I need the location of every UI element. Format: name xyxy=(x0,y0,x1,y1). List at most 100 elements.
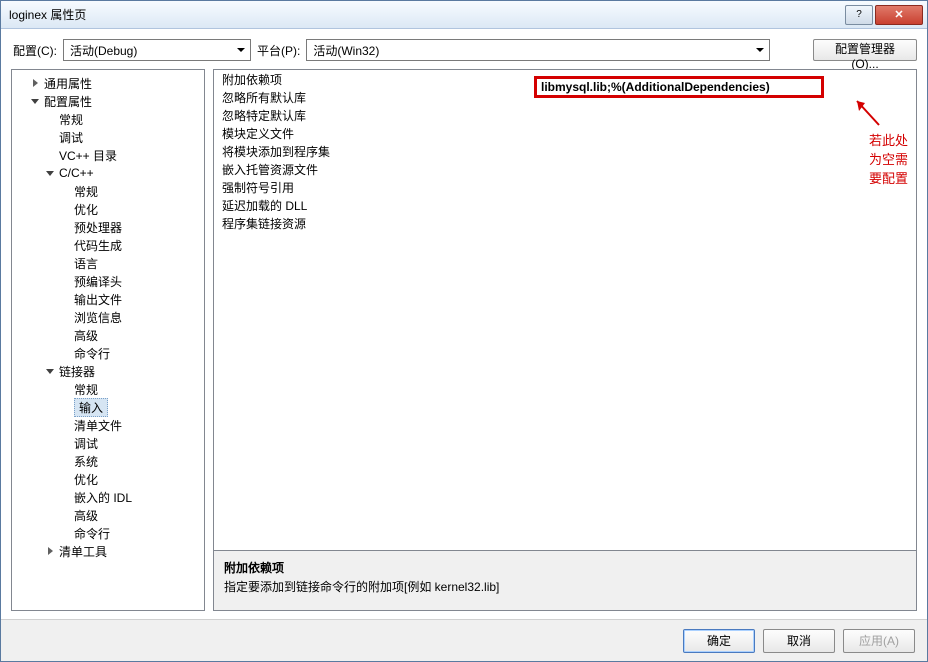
tree-item-label: VC++ 目录 xyxy=(59,147,117,164)
tree-item-label: 代码生成 xyxy=(74,237,122,254)
expand-down-icon[interactable] xyxy=(29,95,41,107)
grid-row[interactable]: 模块定义文件 xyxy=(214,124,916,142)
tree-item[interactable]: VC++ 目录 xyxy=(14,146,202,164)
tree-item[interactable]: 代码生成 xyxy=(14,236,202,254)
tree-item[interactable]: 高级 xyxy=(14,326,202,344)
expand-spacer xyxy=(59,509,71,521)
tree-item-label: 高级 xyxy=(74,507,98,524)
tree-item[interactable]: 预处理器 xyxy=(14,218,202,236)
expand-right-icon[interactable] xyxy=(44,545,56,557)
tree-panel[interactable]: 通用属性配置属性常规调试VC++ 目录C/C++常规优化预处理器代码生成语言预编… xyxy=(11,69,205,611)
expand-spacer xyxy=(44,149,56,161)
tree-item[interactable]: 语言 xyxy=(14,254,202,272)
tree-item-label: 语言 xyxy=(74,255,98,272)
expand-right-icon[interactable] xyxy=(29,77,41,89)
content-area: 通用属性配置属性常规调试VC++ 目录C/C++常规优化预处理器代码生成语言预编… xyxy=(1,69,927,619)
tree-item-label: 优化 xyxy=(74,201,98,218)
grid-row[interactable]: 强制符号引用 xyxy=(214,178,916,196)
tree-item[interactable]: 链接器 xyxy=(14,362,202,380)
platform-select[interactable]: 活动(Win32) xyxy=(306,39,770,61)
help-button[interactable]: ? xyxy=(845,5,873,25)
tree-item[interactable]: 清单工具 xyxy=(14,542,202,560)
tree-item[interactable]: 通用属性 xyxy=(14,74,202,92)
tree-item[interactable]: 优化 xyxy=(14,470,202,488)
grid-row[interactable]: 嵌入托管资源文件 xyxy=(214,160,916,178)
tree-item-label: 调试 xyxy=(59,129,83,146)
expand-spacer xyxy=(59,401,71,413)
expand-spacer xyxy=(59,257,71,269)
tree-item[interactable]: 嵌入的 IDL xyxy=(14,488,202,506)
expand-spacer xyxy=(59,491,71,503)
config-label: 配置(C): xyxy=(13,42,57,59)
tree-item-label: 输出文件 xyxy=(74,291,122,308)
titlebar: loginex 属性页 ? ✕ xyxy=(1,1,927,29)
property-name: 延迟加载的 DLL xyxy=(214,197,534,214)
config-toolbar: 配置(C): 活动(Debug) 平台(P): 活动(Win32) 配置管理器(… xyxy=(1,29,927,69)
tree-item[interactable]: 命令行 xyxy=(14,344,202,362)
tree-item[interactable]: 预编译头 xyxy=(14,272,202,290)
expand-spacer xyxy=(59,329,71,341)
tree-item-label: 命令行 xyxy=(74,525,110,542)
property-grid: 附加依赖项libmysql.lib;%(AdditionalDependenci… xyxy=(214,70,916,232)
tree-item-label: 系统 xyxy=(74,453,98,470)
tree-item-label: 常规 xyxy=(74,381,98,398)
property-name: 强制符号引用 xyxy=(214,179,534,196)
close-button[interactable]: ✕ xyxy=(875,5,923,25)
tree-item[interactable]: 清单文件 xyxy=(14,416,202,434)
grid-row[interactable]: 附加依赖项libmysql.lib;%(AdditionalDependenci… xyxy=(214,70,916,88)
property-name: 嵌入托管资源文件 xyxy=(214,161,534,178)
property-name: 模块定义文件 xyxy=(214,125,534,142)
expand-spacer xyxy=(59,437,71,449)
tree-item[interactable]: C/C++ xyxy=(14,164,202,182)
property-name: 程序集链接资源 xyxy=(214,215,534,232)
tree-item-label: 清单文件 xyxy=(74,417,122,434)
tree-item[interactable]: 常规 xyxy=(14,380,202,398)
cancel-button[interactable]: 取消 xyxy=(763,629,835,653)
expand-down-icon[interactable] xyxy=(44,167,56,179)
expand-spacer xyxy=(59,239,71,251)
tree-item-label: C/C++ xyxy=(59,166,94,180)
tree-item-label: 常规 xyxy=(74,183,98,200)
expand-spacer xyxy=(44,131,56,143)
expand-spacer xyxy=(59,527,71,539)
grid-row[interactable]: 延迟加载的 DLL xyxy=(214,196,916,214)
expand-spacer xyxy=(59,275,71,287)
tree-item-label: 预处理器 xyxy=(74,219,122,236)
tree-item[interactable]: 调试 xyxy=(14,434,202,452)
tree-item-label: 链接器 xyxy=(59,363,95,380)
expand-spacer xyxy=(59,383,71,395)
tree-item[interactable]: 命令行 xyxy=(14,524,202,542)
description-title: 附加依赖项 xyxy=(224,559,906,576)
expand-spacer xyxy=(59,455,71,467)
expand-spacer xyxy=(44,113,56,125)
grid-row[interactable]: 忽略特定默认库 xyxy=(214,106,916,124)
property-name: 忽略特定默认库 xyxy=(214,107,534,124)
config-manager-button[interactable]: 配置管理器(O)... xyxy=(813,39,917,61)
tree-item[interactable]: 输入 xyxy=(14,398,202,416)
grid-row[interactable]: 将模块添加到程序集 xyxy=(214,142,916,160)
config-select[interactable]: 活动(Debug) xyxy=(63,39,251,61)
ok-button[interactable]: 确定 xyxy=(683,629,755,653)
window-title: loginex 属性页 xyxy=(9,6,843,23)
tree-item[interactable]: 调试 xyxy=(14,128,202,146)
property-name: 附加依赖项 xyxy=(214,71,534,88)
property-page-window: loginex 属性页 ? ✕ 配置(C): 活动(Debug) 平台(P): … xyxy=(0,0,928,662)
tree-item[interactable]: 高级 xyxy=(14,506,202,524)
tree-item[interactable]: 系统 xyxy=(14,452,202,470)
platform-label: 平台(P): xyxy=(257,42,300,59)
expand-spacer xyxy=(59,293,71,305)
tree-item[interactable]: 常规 xyxy=(14,182,202,200)
grid-row[interactable]: 程序集链接资源 xyxy=(214,214,916,232)
tree-item-label: 浏览信息 xyxy=(74,309,122,326)
tree-item[interactable]: 常规 xyxy=(14,110,202,128)
tree-item[interactable]: 优化 xyxy=(14,200,202,218)
tree-item[interactable]: 输出文件 xyxy=(14,290,202,308)
tree-item[interactable]: 浏览信息 xyxy=(14,308,202,326)
tree-item-label: 输入 xyxy=(74,398,108,417)
expand-down-icon[interactable] xyxy=(44,365,56,377)
tree-item[interactable]: 配置属性 xyxy=(14,92,202,110)
apply-button[interactable]: 应用(A) xyxy=(843,629,915,653)
expand-spacer xyxy=(59,203,71,215)
tree-item-label: 清单工具 xyxy=(59,543,107,560)
tree-item-label: 命令行 xyxy=(74,345,110,362)
